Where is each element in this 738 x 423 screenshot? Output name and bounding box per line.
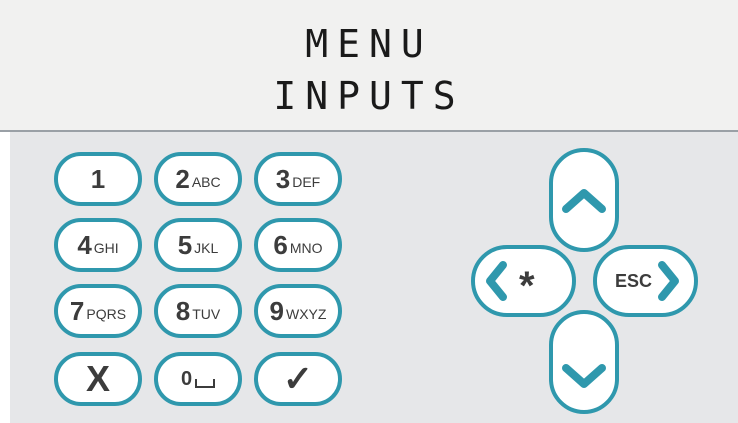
key-0-number: 0 [180, 367, 193, 390]
key-3-letters: DEF [292, 174, 321, 190]
key-4-letters: GHI [93, 240, 119, 256]
cancel-key[interactable]: X [54, 352, 142, 406]
chevron-right-icon [658, 261, 680, 301]
display-panel: MENU INPUTS [0, 0, 738, 130]
key-8[interactable]: 8 TUV [154, 284, 242, 338]
key-9[interactable]: 9 WXYZ [254, 284, 342, 338]
left-star-button[interactable]: * [471, 245, 576, 317]
key-6-number: 6 [273, 229, 288, 260]
cancel-x-icon: X [85, 358, 110, 399]
key-6-letters: MNO [289, 240, 323, 256]
key-4[interactable]: 4 GHI [54, 218, 142, 272]
key-3[interactable]: 3 DEF [254, 152, 342, 206]
display-line-2: INPUTS [273, 74, 465, 118]
key-5-letters: JKL [194, 240, 219, 256]
chevron-up-icon [562, 189, 606, 213]
key-5[interactable]: 5 JKL [154, 218, 242, 272]
key-2-letters: ABC [191, 174, 221, 190]
display-line-1: MENU [305, 22, 433, 66]
key-1[interactable]: 1 [54, 152, 142, 206]
key-3-number: 3 [275, 163, 291, 194]
key-7-number: 7 [69, 295, 85, 326]
esc-label: ESC [615, 270, 653, 291]
key-9-letters: WXYZ [286, 306, 327, 322]
up-button[interactable] [549, 148, 619, 252]
right-esc-button[interactable]: ESC [593, 245, 698, 317]
key-7[interactable]: 7 PQRS [54, 284, 142, 338]
space-icon [195, 378, 216, 388]
key-6[interactable]: 6 MNO [254, 218, 342, 272]
key-5-number: 5 [177, 229, 193, 260]
key-0[interactable]: 0 [154, 352, 242, 406]
key-1-number: 1 [90, 163, 106, 194]
key-7-letters: PQRS [86, 306, 127, 322]
down-button[interactable] [549, 310, 619, 414]
chevron-left-icon [486, 261, 507, 301]
key-8-number: 8 [175, 295, 191, 326]
star-label: * [519, 263, 535, 308]
chevron-down-icon [562, 364, 606, 388]
key-2-number: 2 [175, 163, 190, 194]
checkmark-icon: ✓ [282, 358, 314, 399]
confirm-key[interactable]: ✓ [254, 352, 342, 406]
key-8-letters: TUV [192, 306, 221, 322]
key-2[interactable]: 2 ABC [154, 152, 242, 206]
key-4-number: 4 [77, 229, 92, 260]
key-9-number: 9 [269, 295, 284, 326]
